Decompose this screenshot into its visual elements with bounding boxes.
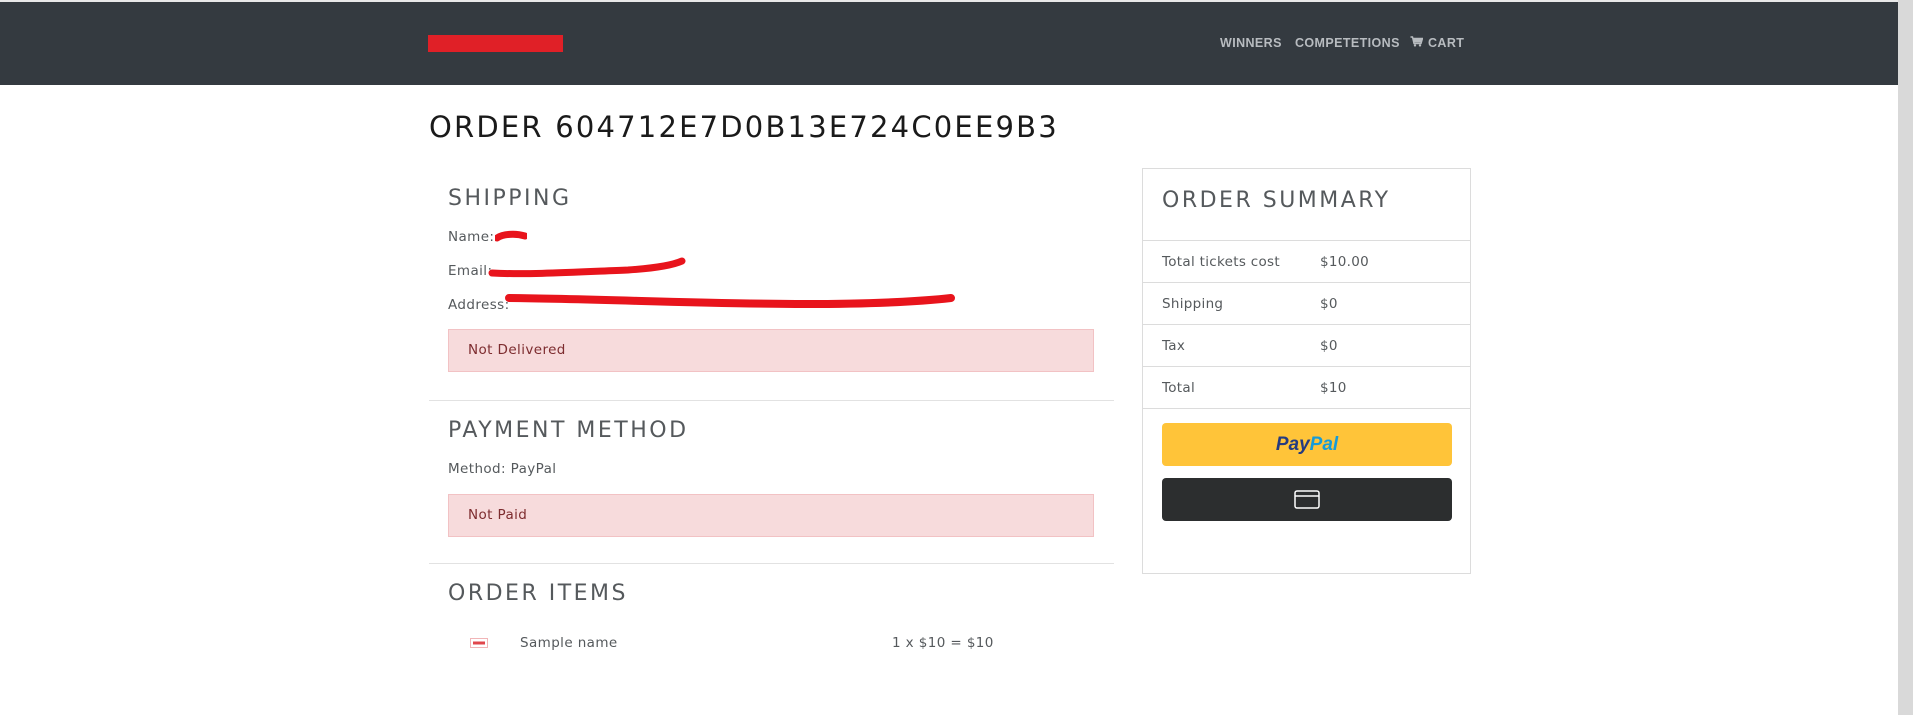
top-navbar: S WINNERS COMPETETIONS CART [0,0,1898,85]
item-name[interactable]: Sample name [520,635,618,651]
nav-cart-label[interactable]: CART [1428,36,1464,50]
credit-card-icon [1294,490,1320,509]
order-items-heading: ORDER ITEMS [448,581,628,606]
divider [429,563,1114,564]
summary-row-total: Total $10 [1143,366,1470,409]
summary-divider [1143,408,1470,409]
shipping-email-label: Email: [448,263,493,279]
summary-label: Shipping [1162,296,1224,312]
summary-label: Total tickets cost [1162,254,1280,270]
email-redaction [488,257,686,278]
order-title: ORDER 604712E7D0B13E724C0EE9B3 [429,110,1059,144]
shipping-email: Email: [448,263,492,279]
summary-value: $0 [1320,296,1338,312]
item-price: 1 x $10 = $10 [892,635,994,651]
name-redaction [495,230,527,242]
shipping-name-label: Name: [448,229,495,245]
nav-competetions-label[interactable]: COMPETETIONS [1295,36,1400,50]
summary-row-tickets: Total tickets cost $10.00 [1143,240,1470,283]
payment-method: Method: PayPal [448,461,557,477]
summary-value: $10.00 [1320,254,1370,270]
shipping-address-label: Address: [448,297,510,313]
delivery-status-text: Not Delivered [468,342,566,358]
summary-row-shipping: Shipping $0 [1143,282,1470,325]
item-thumbnail [470,638,488,648]
summary-label: Tax [1162,338,1186,354]
cart-icon [1410,36,1424,50]
nav-competetions[interactable]: COMPETETIONS [1295,36,1400,50]
divider [429,400,1114,401]
order-summary-card: ORDER SUMMARY Total tickets cost $10.00 … [1142,168,1471,574]
paypal-logo-pal: Pal [1309,434,1339,455]
paypal-logo-pay: Pay [1275,434,1310,455]
paypal-button[interactable]: PayPal [1162,423,1452,466]
payment-status-text: Not Paid [468,507,528,523]
delivery-status-alert: Not Delivered [448,329,1094,372]
vertical-scrollbar[interactable] [1898,0,1913,715]
summary-label: Total [1162,380,1196,396]
summary-row-tax: Tax $0 [1143,324,1470,367]
brand-redaction [428,35,563,52]
nav-winners[interactable]: WINNERS [1220,36,1282,50]
shipping-name: Name: [448,229,494,245]
nav-winners-label[interactable]: WINNERS [1220,36,1282,50]
summary-value: $0 [1320,338,1338,354]
payment-status-alert: Not Paid [448,494,1094,537]
shipping-address: Address: [448,297,510,313]
order-summary-heading: ORDER SUMMARY [1162,188,1391,213]
address-redaction [505,294,955,309]
card-payment-button[interactable] [1162,478,1452,521]
shipping-heading: SHIPPING [448,186,572,211]
nav-cart[interactable]: CART [1410,36,1464,50]
page: S WINNERS COMPETETIONS CART ORDER 604712… [0,0,1898,715]
payment-heading: PAYMENT METHOD [448,418,689,443]
summary-value: $10 [1320,380,1347,396]
